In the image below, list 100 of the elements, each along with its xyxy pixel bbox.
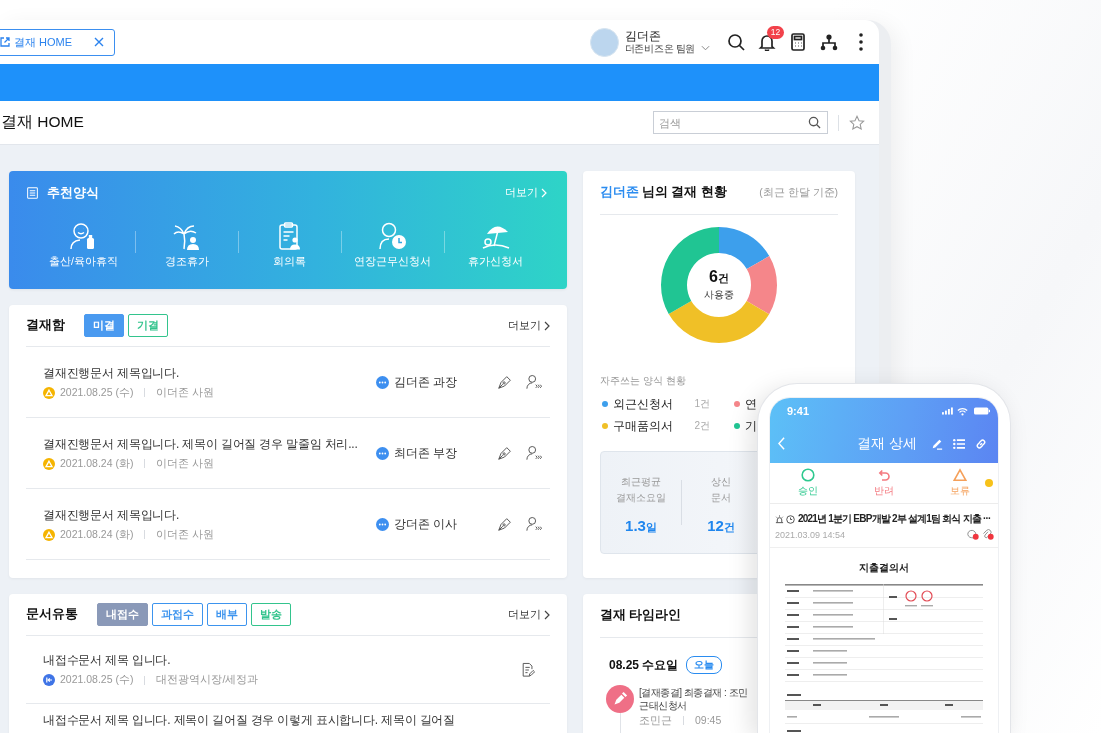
document-title: 2021년 1분기 EBP개발 2부 설계1팀 회식 지출 ··· (798, 512, 991, 526)
person-forward-icon[interactable] (526, 374, 542, 390)
legend-count: 2건 (694, 419, 710, 433)
notification-dot-icon (985, 479, 993, 487)
document-date: 2021.08.25 (수) (60, 673, 134, 687)
user-role: 더존비즈온 팀원 (624, 43, 695, 56)
person-clock-icon (377, 221, 408, 251)
document-title[interactable]: 결재진행문서 제목입니다. (43, 364, 180, 382)
approver-name: 강더존 이사 (394, 515, 458, 533)
close-icon[interactable] (94, 37, 105, 47)
external-link-icon (0, 37, 10, 47)
link-icon[interactable] (975, 437, 987, 450)
alarm-icon (775, 514, 784, 524)
filter-tab[interactable]: 미결 (84, 314, 124, 337)
legend-count: 1건 (694, 397, 710, 411)
section-title: 결재함 (26, 317, 65, 334)
wifi-icon (957, 406, 968, 416)
form-shortcut[interactable]: 출산/육아휴직 (32, 221, 135, 269)
stat-label: 상신 문서 (711, 475, 731, 505)
filter-tab[interactable]: 내접수 (97, 603, 148, 626)
chevron-right-icon (544, 320, 550, 331)
document-date: 2021.08.25 (수) (60, 385, 134, 400)
comment-icon[interactable] (967, 529, 979, 540)
document-edit-icon[interactable] (521, 661, 535, 678)
person-forward-icon[interactable] (526, 516, 542, 532)
star-icon[interactable] (849, 114, 865, 131)
document-title[interactable]: 결재진행문서 제목입니다. (43, 506, 180, 524)
user-name: 김더존 (600, 184, 639, 201)
chevron-right-icon (541, 188, 547, 198)
pen-nib-icon[interactable] (497, 516, 513, 532)
stat-value: 12건 (707, 517, 735, 535)
page-title: 결재 HOME (1, 112, 84, 132)
document-date: 2021.03.09 14:54 (775, 529, 846, 540)
notification-badge: 12 (767, 26, 784, 39)
document-date: 2021.08.24 (화) (60, 456, 134, 471)
more-link[interactable]: 더보기 (508, 318, 550, 333)
stat-value: 1.3일 (625, 517, 657, 535)
bell-icon[interactable] (758, 33, 776, 51)
org-chart-icon[interactable] (820, 33, 838, 51)
screen-title: 결재 상세 (857, 434, 917, 453)
section-title: 문서유통 (26, 606, 78, 623)
status-time: 9:41 (787, 405, 810, 417)
author-name: 이더존 사원 (156, 385, 215, 400)
approver-name: 김더존 과장 (394, 373, 458, 391)
search-icon[interactable] (727, 33, 745, 51)
today-badge: 오늘 (686, 656, 723, 674)
search-field[interactable]: 검색 (653, 111, 828, 134)
timeline-subtitle[interactable]: 근태신청서 (639, 699, 687, 712)
author-name: 이더존 사원 (156, 527, 215, 542)
total-count: 6건 (709, 267, 729, 286)
timeline-date: 08.25 수요일 (609, 656, 679, 674)
arrow-in-circle-icon (43, 674, 55, 686)
sender-name: 대전광역시장/세정과 (156, 673, 259, 687)
chevron-right-icon (544, 609, 550, 620)
battery-icon (974, 407, 990, 415)
clock-icon (786, 514, 795, 524)
filter-tab[interactable]: 과접수 (152, 603, 203, 626)
search-icon[interactable] (808, 116, 821, 129)
page-tab[interactable]: 결재 HOME (0, 28, 116, 56)
warning-status-icon (43, 528, 55, 541)
document-title[interactable]: 결재진행문서 제목입니다. 제목이 길어질 경우 말줄임 처리... (43, 435, 358, 453)
period-note: (최근 한달 기준) (759, 185, 838, 200)
filter-tab[interactable]: 배부 (207, 603, 247, 626)
section-title: 추천양식 (47, 184, 99, 202)
total-label: 사용중 (704, 288, 734, 303)
warning-status-icon (43, 457, 55, 470)
timeline-title[interactable]: [결재종결] 최종결재 : 조민 (639, 686, 748, 699)
legend-label: 기 (745, 417, 757, 435)
pen-nib-icon[interactable] (497, 374, 513, 390)
warning-status-icon (43, 386, 55, 399)
filter-tab[interactable]: 기결 (128, 314, 168, 337)
document-title[interactable]: 내접수문서 제목 입니다. 제목이 길어질 경우 이렇게 표시합니다. 제목이 길어질 (43, 712, 456, 729)
legend-label: 연 (745, 395, 757, 413)
form-shortcut[interactable]: 연장근무신청서 (341, 221, 444, 269)
paperclip-icon[interactable] (982, 529, 994, 540)
stat-label: 최근평균 결재소요일 (616, 475, 666, 505)
form-shortcut[interactable]: 경조휴가 (135, 221, 238, 269)
pencil-circle-icon (606, 685, 634, 713)
signal-icon (942, 407, 953, 415)
menu-icon[interactable] (859, 33, 863, 51)
legend-title: 자주쓰는 양식 현황 (600, 374, 686, 388)
legend-label: 구매품의서 (613, 417, 673, 435)
list-icon[interactable] (953, 437, 965, 450)
user-name: 김더존 (624, 28, 662, 44)
pencil-icon[interactable] (931, 437, 943, 450)
more-link[interactable]: 더보기 (505, 186, 547, 200)
form-shortcut[interactable]: 휴가신청서 (444, 221, 547, 269)
more-link[interactable]: 더보기 (508, 607, 550, 622)
document-date: 2021.08.24 (화) (60, 527, 134, 542)
legend-label: 외근신청서 (613, 395, 673, 413)
document-title[interactable]: 내접수문서 제목 입니다. (43, 652, 171, 669)
ellipsis-circle-icon (376, 375, 389, 389)
list-document-icon (27, 187, 38, 199)
form-shortcut[interactable]: 회의록 (238, 221, 341, 269)
pen-nib-icon[interactable] (497, 445, 513, 461)
ellipsis-circle-icon (376, 446, 389, 460)
section-title: 결재 타임라인 (600, 607, 682, 624)
calculator-icon[interactable] (789, 33, 807, 51)
person-forward-icon[interactable] (526, 445, 542, 461)
filter-tab[interactable]: 발송 (251, 603, 291, 626)
